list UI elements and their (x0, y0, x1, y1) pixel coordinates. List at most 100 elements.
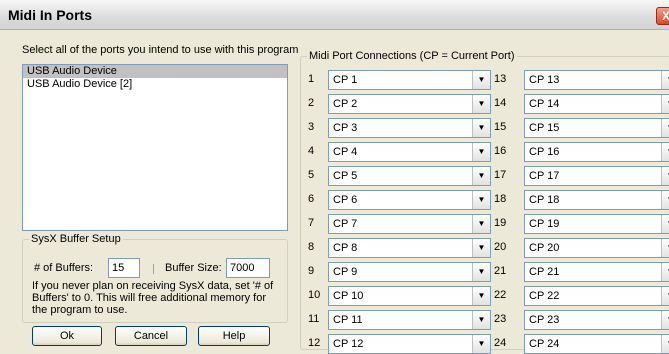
port-row: 12 CP 12 ▼ (308, 334, 493, 354)
port-select-value: CP 12 (333, 338, 364, 350)
port-select-value: CP 9 (333, 266, 358, 278)
port-select[interactable]: CP 17 ▼ (524, 166, 669, 186)
port-select[interactable]: CP 3 ▼ (328, 118, 491, 138)
device-listbox[interactable]: USB Audio Device USB Audio Device [2] (22, 64, 288, 231)
port-number-label: 1 (308, 73, 315, 85)
dropdown-arrow-icon[interactable]: ▼ (472, 95, 490, 113)
port-select[interactable]: CP 8 ▼ (328, 238, 491, 258)
port-row: 8 CP 8 ▼ (308, 238, 493, 258)
buffer-size-input[interactable] (226, 258, 270, 278)
port-select-value: CP 22 (529, 290, 560, 302)
port-select[interactable]: CP 23 ▼ (524, 310, 669, 330)
dropdown-arrow-icon[interactable]: ▼ (661, 119, 669, 137)
port-number-label: 12 (308, 337, 321, 349)
port-select[interactable]: CP 6 ▼ (328, 190, 491, 210)
port-number-label: 15 (494, 121, 507, 133)
dropdown-arrow-icon[interactable]: ▼ (472, 167, 490, 185)
ports-prompt: Select all of the ports you intend to us… (22, 44, 299, 56)
port-select-value: CP 23 (529, 314, 560, 326)
port-row: 6 CP 6 ▼ (308, 190, 493, 210)
port-row: 23 CP 23 ▼ (494, 310, 669, 330)
port-number-label: 18 (494, 193, 507, 205)
port-select-value: CP 10 (333, 290, 364, 302)
dropdown-arrow-icon[interactable]: ▼ (661, 143, 669, 161)
buffers-label: # of Buffers: (34, 262, 94, 274)
dropdown-arrow-icon[interactable]: ▼ (472, 71, 490, 89)
dropdown-arrow-icon[interactable]: ▼ (661, 167, 669, 185)
dropdown-arrow-icon[interactable]: ▼ (472, 143, 490, 161)
port-select[interactable]: CP 15 ▼ (524, 118, 669, 138)
port-select-value: CP 7 (333, 218, 358, 230)
dropdown-arrow-icon[interactable]: ▼ (661, 71, 669, 89)
port-number-label: 6 (308, 193, 315, 205)
port-select[interactable]: CP 22 ▼ (524, 286, 669, 306)
port-select[interactable]: CP 14 ▼ (524, 94, 669, 114)
dropdown-arrow-icon[interactable]: ▼ (472, 119, 490, 137)
dropdown-arrow-icon[interactable]: ▼ (661, 311, 669, 329)
ok-button[interactable]: Ok (32, 326, 102, 346)
port-number-label: 21 (494, 265, 507, 277)
port-select[interactable]: CP 2 ▼ (328, 94, 491, 114)
cancel-button[interactable]: Cancel (115, 326, 187, 346)
dropdown-arrow-icon[interactable]: ▼ (472, 215, 490, 233)
buffers-input[interactable] (108, 258, 140, 278)
port-select[interactable]: CP 16 ▼ (524, 142, 669, 162)
port-connections-legend: Midi Port Connections (CP = Current Port… (309, 50, 515, 62)
port-number-label: 7 (308, 217, 315, 229)
dropdown-arrow-icon[interactable]: ▼ (661, 215, 669, 233)
dropdown-arrow-icon[interactable]: ▼ (661, 335, 669, 353)
port-select[interactable]: CP 11 ▼ (328, 310, 491, 330)
dropdown-arrow-icon[interactable]: ▼ (472, 287, 490, 305)
list-item[interactable]: USB Audio Device (23, 65, 287, 78)
dropdown-arrow-icon[interactable]: ▼ (472, 191, 490, 209)
port-select[interactable]: CP 20 ▼ (524, 238, 669, 258)
port-select[interactable]: CP 19 ▼ (524, 214, 669, 234)
dropdown-arrow-icon[interactable]: ▼ (661, 95, 669, 113)
port-select-value: CP 24 (529, 338, 560, 350)
port-row: 16 CP 16 ▼ (494, 142, 669, 162)
port-select-value: CP 21 (529, 266, 560, 278)
list-item[interactable]: USB Audio Device [2] (23, 78, 287, 91)
port-row: 21 CP 21 ▼ (494, 262, 669, 282)
port-select[interactable]: CP 4 ▼ (328, 142, 491, 162)
port-select[interactable]: CP 13 ▼ (524, 70, 669, 90)
port-select-value: CP 8 (333, 242, 358, 254)
title-bar: Midi In Ports X (0, 0, 669, 30)
port-number-label: 11 (308, 313, 320, 325)
dropdown-arrow-icon[interactable]: ▼ (661, 239, 669, 257)
close-button[interactable]: X (656, 7, 669, 25)
port-select[interactable]: CP 9 ▼ (328, 262, 491, 282)
port-row: 5 CP 5 ▼ (308, 166, 493, 186)
help-button[interactable]: Help (198, 326, 270, 346)
port-select[interactable]: CP 21 ▼ (524, 262, 669, 282)
port-select[interactable]: CP 10 ▼ (328, 286, 491, 306)
port-select[interactable]: CP 7 ▼ (328, 214, 491, 234)
port-select-value: CP 2 (333, 98, 358, 110)
dropdown-arrow-icon[interactable]: ▼ (661, 191, 669, 209)
dropdown-arrow-icon[interactable]: ▼ (472, 263, 490, 281)
port-row: 18 CP 18 ▼ (494, 190, 669, 210)
port-select[interactable]: CP 12 ▼ (328, 334, 491, 354)
port-select[interactable]: CP 1 ▼ (328, 70, 491, 90)
port-select-value: CP 13 (529, 74, 560, 86)
port-number-label: 20 (494, 241, 507, 253)
port-number-label: 2 (308, 97, 315, 109)
port-row: 1 CP 1 ▼ (308, 70, 493, 90)
port-row: 11 CP 11 ▼ (308, 310, 493, 330)
port-number-label: 19 (494, 217, 507, 229)
port-select-value: CP 17 (529, 170, 560, 182)
port-number-label: 16 (494, 145, 507, 157)
port-select-value: CP 3 (333, 122, 358, 134)
dropdown-arrow-icon[interactable]: ▼ (661, 287, 669, 305)
port-number-label: 22 (494, 289, 507, 301)
port-select[interactable]: CP 5 ▼ (328, 166, 491, 186)
port-select[interactable]: CP 24 ▼ (524, 334, 669, 354)
dropdown-arrow-icon[interactable]: ▼ (472, 335, 490, 353)
dropdown-arrow-icon[interactable]: ▼ (661, 263, 669, 281)
port-select[interactable]: CP 18 ▼ (524, 190, 669, 210)
port-row: 15 CP 15 ▼ (494, 118, 669, 138)
port-number-label: 9 (308, 265, 315, 277)
port-number-label: 13 (494, 73, 507, 85)
dropdown-arrow-icon[interactable]: ▼ (472, 239, 490, 257)
dropdown-arrow-icon[interactable]: ▼ (472, 311, 490, 329)
